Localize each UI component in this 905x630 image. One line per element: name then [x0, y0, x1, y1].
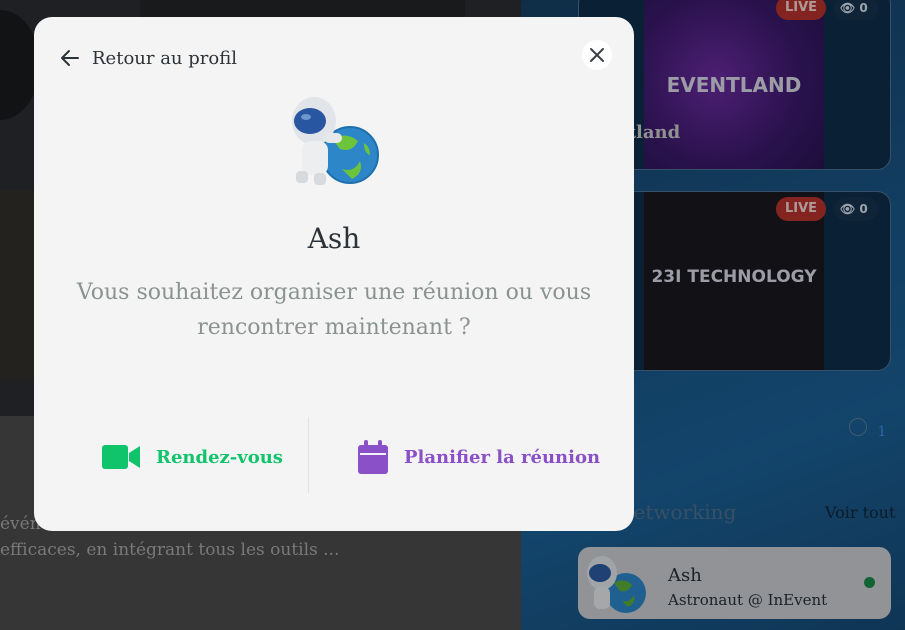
- close-button[interactable]: [582, 40, 612, 70]
- calendar-icon[interactable]: [358, 440, 388, 474]
- meeting-question: Vous souhaitez organiser une réunion ou …: [76, 280, 592, 340]
- meet-now-label[interactable]: Rendez-vous: [156, 447, 283, 468]
- schedule-meeting-button[interactable]: Planifier la réunion: [358, 439, 600, 475]
- schedule-meeting-label[interactable]: Planifier la réunion: [404, 447, 600, 468]
- actions-divider: [308, 417, 309, 493]
- meeting-modal: Retour au profil Ash Vous souhaitez orga…: [34, 17, 634, 531]
- arrow-left-icon[interactable]: [60, 48, 80, 68]
- video-camera-icon[interactable]: [102, 443, 140, 471]
- back-link-label[interactable]: Retour au profil: [92, 48, 237, 69]
- astronaut-avatar: [292, 97, 379, 185]
- meet-now-button[interactable]: Rendez-vous: [102, 439, 283, 475]
- back-to-profile-link[interactable]: Retour au profil: [60, 45, 237, 71]
- user-name: Ash: [307, 222, 361, 255]
- close-icon[interactable]: [589, 47, 605, 63]
